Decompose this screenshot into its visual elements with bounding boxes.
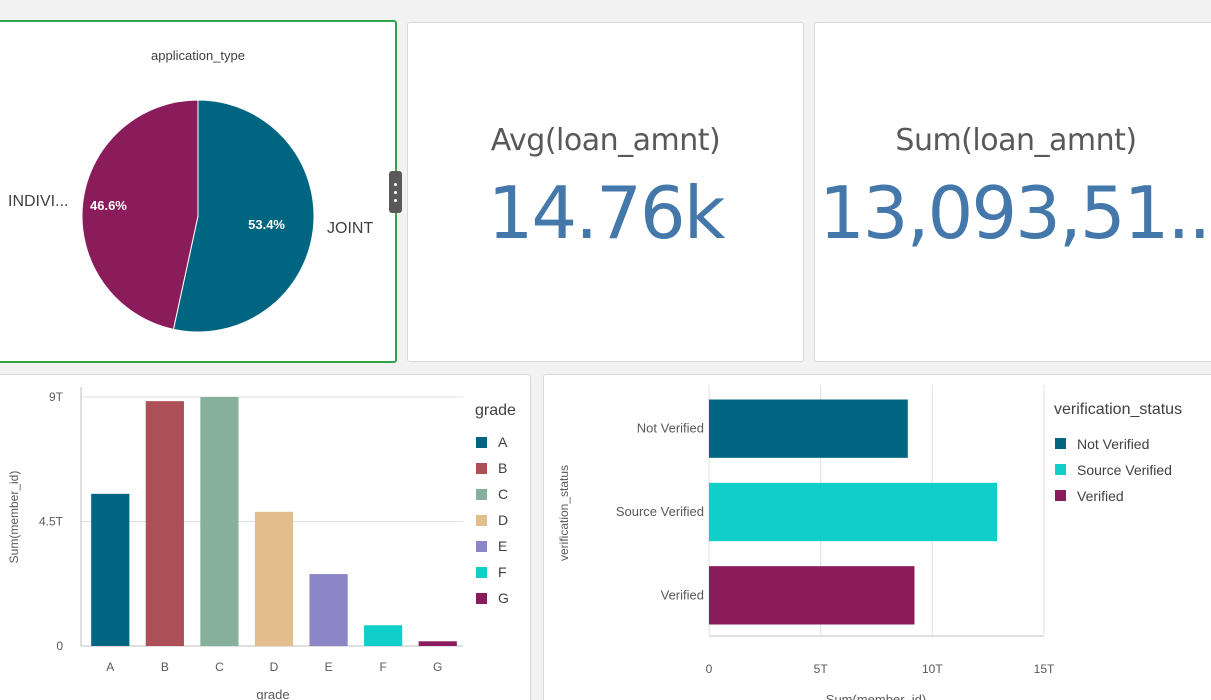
legend-swatch	[476, 515, 487, 526]
x-tick-label: F	[379, 660, 386, 674]
legend-item-source-verified[interactable]: Source Verified	[1077, 462, 1172, 478]
x-tick-label: 10T	[922, 662, 943, 676]
y-tick-label: 9T	[49, 390, 64, 404]
legend-item-verified[interactable]: Verified	[1077, 488, 1124, 504]
legend-swatch	[476, 489, 487, 500]
bar-B[interactable]	[145, 401, 184, 646]
kpi-panel-sum[interactable]: Sum(loan_amnt) 13,093,51...	[814, 22, 1211, 362]
legend-item-not-verified[interactable]: Not Verified	[1077, 436, 1149, 452]
kpi-value: 14.76k	[487, 171, 726, 255]
pie-slice-individual[interactable]	[81, 99, 199, 330]
legend-item-A[interactable]: A	[498, 434, 508, 450]
y-tick-label: Source Verified	[616, 504, 704, 519]
y-axis-title: Sum(member_id)	[7, 471, 21, 564]
x-tick-label: B	[161, 660, 169, 674]
bar-verified[interactable]	[709, 566, 915, 625]
x-tick-label: 0	[706, 662, 713, 676]
kpi-value: 13,093,51...	[819, 171, 1211, 255]
panel-resize-handle[interactable]	[389, 171, 402, 213]
handle-dot	[394, 182, 397, 186]
legend-item-C[interactable]: C	[498, 486, 508, 502]
bar-D[interactable]	[254, 511, 294, 646]
legend-item-E[interactable]: E	[498, 538, 507, 554]
x-tick-label: 5T	[814, 662, 829, 676]
pie-pct-joint: 53.4%	[248, 217, 285, 232]
pie-title: application_type	[151, 48, 245, 63]
bar-C[interactable]	[200, 397, 239, 646]
y-tick-label: Not Verified	[637, 421, 704, 436]
y-tick-label: 4.5T	[39, 515, 64, 529]
x-tick-label: E	[325, 660, 333, 674]
handle-dot	[394, 190, 397, 194]
top-strip	[0, 0, 1211, 20]
x-tick-label: A	[106, 660, 114, 674]
legend-swatch	[476, 463, 487, 474]
grade-bar-chart-panel[interactable]: ABCDEFG 0 4.5T 9T Sum(member_id) grade gra…	[0, 374, 531, 700]
x-tick-label: C	[215, 660, 224, 674]
legend-swatch	[476, 541, 487, 552]
legend-swatch	[476, 593, 487, 604]
verification-bar-chart-panel[interactable]: 0 5T 10T 15T Not Verified Source Verified Ver…	[543, 374, 1211, 700]
handle-dot	[394, 198, 397, 202]
y-tick-label: Verified	[661, 587, 704, 602]
pie-label-joint: JOINT	[327, 220, 373, 237]
y-axis-title: verification_status	[557, 465, 571, 561]
verification-bar-chart: 0 5T 10T 15T Not Verified Source Verified Ver…	[557, 385, 1182, 700]
x-tick-label: G	[433, 660, 442, 674]
pie-label-individual: INDIVI...	[8, 193, 68, 210]
kpi-panel-avg[interactable]: Avg(loan_amnt) 14.76k	[407, 22, 804, 362]
x-axis-title: Sum(member_id)	[826, 692, 926, 700]
grade-bar-chart: ABCDEFG 04.5T9T Sum(member_id) grade gra…	[7, 387, 516, 700]
legend-swatch	[476, 567, 487, 578]
legend-swatch	[1055, 490, 1066, 501]
x-tick-label: 15T	[1034, 662, 1055, 676]
pie-pct-individual: 46.6%	[90, 198, 127, 213]
kpi-title: Sum(loan_amnt)	[895, 123, 1137, 158]
legend-title: grade	[475, 402, 516, 419]
legend-item-G[interactable]: G	[498, 590, 509, 606]
legend-swatch	[1055, 438, 1066, 449]
pie-chart-panel[interactable]: application_type 53.4% 46.6% JOINT INDIV…	[0, 20, 397, 363]
bar-G[interactable]	[418, 641, 457, 646]
x-axis-title: grade	[256, 687, 289, 700]
bar-not-verified[interactable]	[709, 399, 908, 458]
bar-F[interactable]	[364, 625, 403, 646]
legend-item-D[interactable]: D	[498, 512, 508, 528]
kpi-title: Avg(loan_amnt)	[490, 123, 721, 158]
legend-title: verification_status	[1054, 401, 1182, 418]
legend-swatch	[1055, 464, 1066, 475]
legend-swatch	[476, 437, 487, 448]
legend-item-B[interactable]: B	[498, 460, 507, 476]
y-tick-label: 0	[56, 639, 63, 653]
pie-chart: application_type 53.4% 46.6% JOINT INDIV…	[8, 48, 373, 333]
bar-E[interactable]	[309, 574, 348, 646]
bar-source-verified[interactable]	[709, 482, 998, 542]
legend-item-F[interactable]: F	[498, 564, 507, 580]
bar-A[interactable]	[91, 493, 130, 646]
x-tick-label: D	[270, 660, 279, 674]
